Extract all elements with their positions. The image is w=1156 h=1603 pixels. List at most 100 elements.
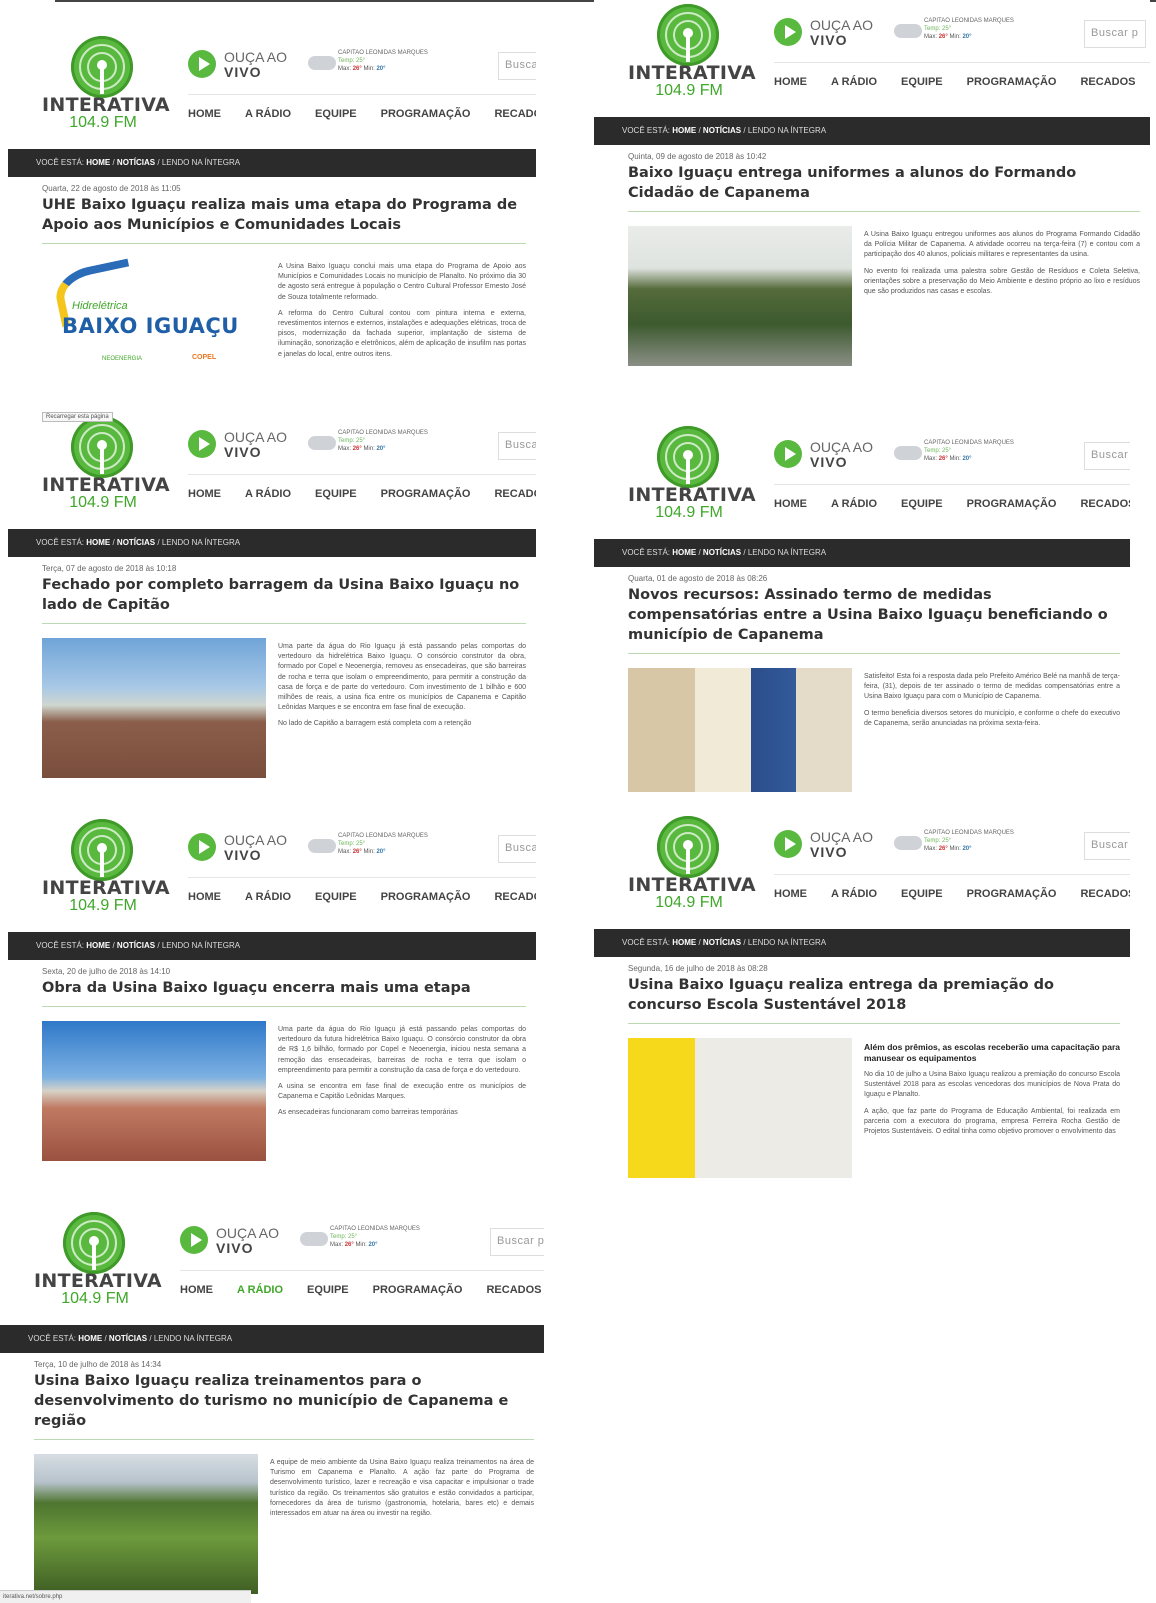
article-paragraph: Uma parte da água do Rio Iguaçu já está …: [278, 643, 526, 712]
nav-item-1[interactable]: A RÁDIO: [831, 498, 877, 510]
breadcrumb-news[interactable]: NOTÍCIAS: [117, 941, 155, 950]
logo-name: INTERATIVA: [42, 474, 170, 496]
article-title: Fechado por completo barragem da Usina B…: [42, 575, 526, 624]
article-paragraph: A Usina Baixo Iguaçu entregou uniformes …: [864, 231, 1140, 259]
breadcrumb-home[interactable]: HOME: [672, 126, 696, 135]
listen-live-label-bold: VIVO: [810, 32, 848, 48]
nav-item-4[interactable]: RECADOS: [1080, 76, 1135, 88]
listen-live-button[interactable]: OUÇA AO VIVO: [180, 1220, 290, 1260]
nav-item-3[interactable]: PROGRAMAÇÃO: [967, 498, 1057, 510]
radio-logo[interactable]: INTERATIVA 104.9 FM: [628, 424, 756, 542]
nav-item-1[interactable]: A RÁDIO: [245, 488, 291, 500]
radio-logo[interactable]: INTERATIVA 104.9 FM: [42, 817, 170, 935]
nav-item-3[interactable]: PROGRAMAÇÃO: [381, 488, 471, 500]
radio-logo[interactable]: INTERATIVA 104.9 FM: [42, 34, 170, 152]
max-label: Max:: [330, 1242, 344, 1248]
nav-item-0[interactable]: HOME: [188, 488, 221, 500]
breadcrumb: VOCÊ ESTÁ: HOME / NOTÍCIAS / LENDO NA ÍN…: [594, 929, 1130, 957]
listen-live-button[interactable]: OUÇA AO VIVO: [774, 12, 884, 52]
nav-item-0[interactable]: HOME: [188, 108, 221, 120]
nav-item-4[interactable]: RECADOS: [494, 488, 536, 500]
nav-item-0[interactable]: HOME: [774, 76, 807, 88]
breadcrumb-news[interactable]: NOTÍCIAS: [117, 538, 155, 547]
search-input[interactable]: Buscar p: [1084, 20, 1146, 48]
article-paragraph: Uma parte da água do Rio Iguaçu já está …: [278, 1026, 526, 1074]
nav-item-0[interactable]: HOME: [180, 1284, 213, 1296]
nav-item-0[interactable]: HOME: [774, 498, 807, 510]
radio-logo[interactable]: INTERATIVA 104.9 FM: [628, 2, 756, 120]
breadcrumb-news[interactable]: NOTÍCIAS: [117, 158, 155, 167]
search-placeholder: Buscar p: [1091, 839, 1130, 851]
antenna-dot-icon: [97, 60, 107, 70]
antenna-dot-icon: [89, 1236, 99, 1246]
breadcrumb-current: LENDO NA ÍNTEGRA: [161, 158, 241, 167]
nav-item-1[interactable]: A RÁDIO: [831, 76, 877, 88]
search-input[interactable]: Buscar p: [1084, 832, 1130, 860]
breadcrumb-home[interactable]: HOME: [86, 941, 110, 950]
search-input[interactable]: Buscar p: [498, 835, 536, 863]
listen-live-button[interactable]: OUÇA AO VIVO: [774, 434, 884, 474]
breadcrumb-news[interactable]: NOTÍCIAS: [109, 1334, 147, 1343]
nav-item-1[interactable]: A RÁDIO: [245, 891, 291, 903]
partner-copel: COPEL: [192, 354, 217, 361]
breadcrumb-current: LENDO NA ÍNTEGRA: [747, 126, 827, 135]
nav-item-4[interactable]: RECADOS: [494, 891, 536, 903]
breadcrumb-prefix: VOCÊ ESTÁ:: [622, 548, 671, 557]
cloud-icon: [894, 836, 922, 850]
listen-live-button[interactable]: OUÇA AO VIVO: [188, 827, 298, 867]
nav-divider: [774, 484, 1130, 485]
weather-city: CAPITAO LEONIDAS MARQUES: [338, 50, 428, 56]
search-input[interactable]: Buscar p: [498, 52, 536, 80]
nav-item-0[interactable]: HOME: [188, 891, 221, 903]
nav-item-2[interactable]: EQUIPE: [315, 488, 357, 500]
nav-item-4[interactable]: RECADOS: [1080, 498, 1130, 510]
nav-item-3[interactable]: PROGRAMAÇÃO: [381, 108, 471, 120]
nav-item-2[interactable]: EQUIPE: [901, 498, 943, 510]
breadcrumb-current: LENDO NA ÍNTEGRA: [161, 538, 241, 547]
min-value: 20°: [962, 34, 972, 40]
radio-logo[interactable]: INTERATIVA 104.9 FM: [34, 1210, 162, 1328]
breadcrumb-prefix: VOCÊ ESTÁ:: [36, 538, 85, 547]
weather-temp: Temp: 25°: [924, 448, 952, 454]
article-date: Terça, 07 de agosto de 2018 às 10:18: [42, 564, 177, 573]
breadcrumb-news[interactable]: NOTÍCIAS: [703, 938, 741, 947]
nav-item-4[interactable]: RECADOS: [486, 1284, 541, 1296]
breadcrumb-home[interactable]: HOME: [86, 158, 110, 167]
nav-item-4[interactable]: RECADOS: [1080, 888, 1130, 900]
search-input[interactable]: Buscar p: [498, 432, 536, 460]
radio-logo[interactable]: INTERATIVA 104.9 FM: [628, 814, 756, 932]
logo-name: INTERATIVA: [42, 94, 170, 116]
nav-divider: [180, 1270, 544, 1271]
search-input[interactable]: Buscar p: [1084, 442, 1130, 470]
nav-item-2[interactable]: EQUIPE: [315, 108, 357, 120]
article-paragraph: A usina se encontra em fase final de exe…: [278, 1083, 526, 1101]
nav-item-2[interactable]: EQUIPE: [307, 1284, 349, 1296]
nav-item-0[interactable]: HOME: [774, 888, 807, 900]
main-nav: HOME A RÁDIO EQUIPE PROGRAMAÇÃO RECADOS: [180, 1280, 544, 1298]
listen-live-label: OUÇA AO: [224, 832, 288, 848]
listen-live-button[interactable]: OUÇA AO VIVO: [774, 824, 884, 864]
breadcrumb-news[interactable]: NOTÍCIAS: [703, 548, 741, 557]
nav-item-3[interactable]: PROGRAMAÇÃO: [381, 891, 471, 903]
radio-logo[interactable]: INTERATIVA 104.9 FM: [42, 414, 170, 532]
nav-item-3[interactable]: PROGRAMAÇÃO: [967, 76, 1057, 88]
nav-item-2[interactable]: EQUIPE: [315, 891, 357, 903]
nav-item-1[interactable]: A RÁDIO: [237, 1284, 283, 1296]
nav-item-2[interactable]: EQUIPE: [901, 888, 943, 900]
breadcrumb-home[interactable]: HOME: [86, 538, 110, 547]
nav-item-1[interactable]: A RÁDIO: [245, 108, 291, 120]
listen-live-button[interactable]: OUÇA AO VIVO: [188, 44, 298, 84]
breadcrumb-home[interactable]: HOME: [672, 548, 696, 557]
breadcrumb-news[interactable]: NOTÍCIAS: [703, 126, 741, 135]
listen-live-button[interactable]: OUÇA AO VIVO: [188, 424, 298, 464]
nav-item-1[interactable]: A RÁDIO: [831, 888, 877, 900]
max-value: 26°: [352, 66, 362, 72]
nav-item-4[interactable]: RECADOS: [494, 108, 536, 120]
search-input[interactable]: Buscar p: [490, 1228, 544, 1256]
breadcrumb-home[interactable]: HOME: [672, 938, 696, 947]
nav-item-2[interactable]: EQUIPE: [901, 76, 943, 88]
nav-item-3[interactable]: PROGRAMAÇÃO: [967, 888, 1057, 900]
max-value: 26°: [938, 34, 948, 40]
breadcrumb-home[interactable]: HOME: [78, 1334, 102, 1343]
nav-item-3[interactable]: PROGRAMAÇÃO: [373, 1284, 463, 1296]
